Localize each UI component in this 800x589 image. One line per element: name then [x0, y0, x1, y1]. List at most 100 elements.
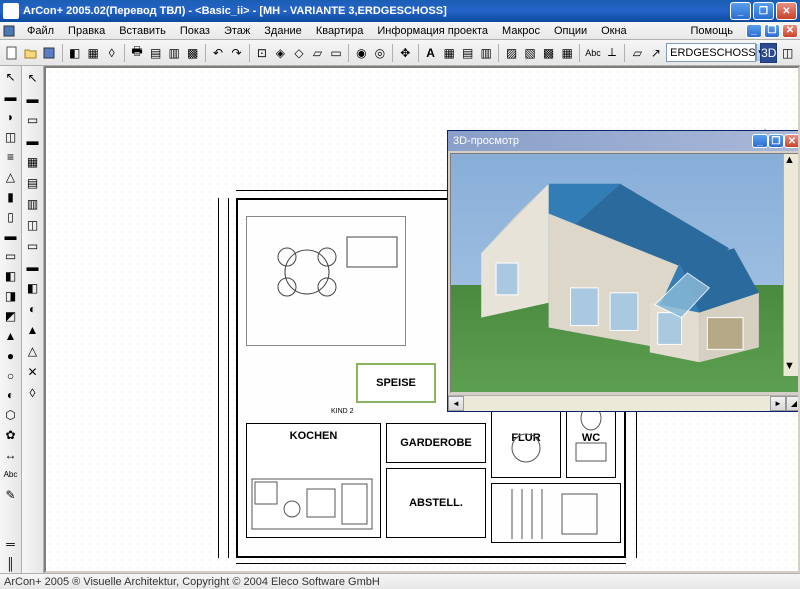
open-button[interactable]	[23, 43, 40, 63]
tool-r13[interactable]: △	[23, 341, 43, 361]
tool-btn-20[interactable]: ↗	[648, 43, 665, 63]
door-tool[interactable]: ◗	[1, 108, 21, 127]
print-button[interactable]: 🖶	[129, 43, 146, 63]
tool-btn-21[interactable]: ◫	[779, 43, 796, 63]
tool-btn-12[interactable]: ◉	[353, 43, 370, 63]
tool-l16[interactable]: ○	[1, 366, 21, 385]
tool-btn-17[interactable]: Abc	[584, 43, 602, 63]
text-button[interactable]: A	[422, 43, 439, 63]
tool-l14[interactable]: ▲	[1, 326, 21, 345]
tool-btn-10[interactable]: ▱	[309, 43, 326, 63]
tool-l11[interactable]: ◧	[1, 267, 21, 286]
tool-r1[interactable]: ▬	[23, 89, 43, 109]
window-tool[interactable]: ◫	[1, 128, 21, 147]
tool-btn-14[interactable]: ✥	[397, 43, 414, 63]
menu-macro[interactable]: Макрос	[495, 23, 547, 39]
scroll-down-button[interactable]: ▼	[784, 360, 799, 376]
hatch-button-1[interactable]: ▨	[503, 43, 520, 63]
chimney-tool[interactable]: ▯	[1, 207, 21, 226]
save-button[interactable]	[41, 43, 58, 63]
menu-help[interactable]: Помощь	[684, 23, 741, 39]
tool-btn-2[interactable]: ▦	[85, 43, 102, 63]
menu-view[interactable]: Показ	[173, 23, 217, 39]
tool-r6[interactable]: ▥	[23, 194, 43, 214]
tool-r10[interactable]: ◧	[23, 278, 43, 298]
tool-r4[interactable]: ▦	[23, 152, 43, 172]
preview-vertical-scrollbar[interactable]: ▲ ▼	[783, 154, 799, 376]
tool-l20[interactable]: ↔	[1, 446, 21, 465]
beam-tool[interactable]: ▬	[1, 227, 21, 246]
maximize-button[interactable]: ❐	[753, 2, 774, 20]
hatch-button-3[interactable]: ▩	[540, 43, 557, 63]
new-button[interactable]	[4, 43, 21, 63]
sel2-tool[interactable]: ↖	[23, 68, 43, 88]
preview-titlebar[interactable]: 3D-просмотр _ ❐ ✕	[448, 131, 800, 151]
tool-r9[interactable]: ▬	[23, 257, 43, 277]
menu-building[interactable]: Здание	[257, 23, 309, 39]
mdi-close-button[interactable]: ✕	[782, 24, 798, 38]
drawing-canvas[interactable]: GAL SPEISE HAR KIND 2 KOCHEN	[44, 66, 800, 573]
tool-r7[interactable]: ◫	[23, 215, 43, 235]
scroll-left-button[interactable]: ◄	[448, 396, 464, 411]
scroll-up-button[interactable]: ▲	[784, 154, 799, 170]
wall-tool[interactable]: ▬	[1, 88, 21, 107]
tool-r12[interactable]: ▲	[23, 320, 43, 340]
tool-btn-3[interactable]: ◊	[103, 43, 120, 63]
tool-btn-7[interactable]: ⊡	[254, 43, 271, 63]
tool-l19[interactable]: ✿	[1, 426, 21, 445]
select-tool[interactable]: ↖	[1, 68, 21, 87]
undo-button[interactable]: ↶	[210, 43, 227, 63]
menu-options[interactable]: Опции	[547, 23, 594, 39]
tool-btn-19[interactable]: ▱	[629, 43, 646, 63]
slab-tool[interactable]: ▭	[1, 247, 21, 266]
tool-btn-13[interactable]: ◎	[372, 43, 389, 63]
tool-r15[interactable]: ◊	[23, 383, 43, 403]
menu-info[interactable]: Информация проекта	[370, 23, 495, 39]
preview-viewport[interactable]: ▲ ▼	[450, 153, 800, 393]
menu-file[interactable]: Файл	[20, 23, 61, 39]
3d-button[interactable]: 3D	[760, 43, 777, 63]
floor-combo[interactable]: ERDGESCHOSS ▼	[666, 43, 756, 62]
preview-close-button[interactable]: ✕	[784, 134, 800, 148]
stair-tool[interactable]: ≡	[1, 148, 21, 167]
tool-btn-1[interactable]: ◧	[66, 43, 83, 63]
tool-l12[interactable]: ◨	[1, 287, 21, 306]
tool-r3[interactable]: ▬	[23, 131, 43, 151]
tool-l22[interactable]: ✎	[1, 485, 21, 504]
tool-btn-16[interactable]: ▥	[478, 43, 495, 63]
tool-btn-18[interactable]: ⟂	[604, 43, 621, 63]
tool-btn-15[interactable]: ▤	[459, 43, 476, 63]
hatch-button-4[interactable]: ▦	[559, 43, 576, 63]
menu-apartment[interactable]: Квартира	[309, 23, 371, 39]
mdi-icon[interactable]	[2, 24, 16, 38]
minimize-button[interactable]: _	[730, 2, 751, 20]
tool-l18[interactable]: ⬡	[1, 406, 21, 425]
tool-btn-11[interactable]: ▭	[328, 43, 345, 63]
tool-l17[interactable]: ◐	[1, 386, 21, 405]
preview-horizontal-scrollbar[interactable]: ◄ ► ◢	[448, 395, 800, 411]
tool-l23[interactable]: ═	[1, 534, 21, 553]
tool-btn-9[interactable]: ◇	[291, 43, 308, 63]
menu-floor[interactable]: Этаж	[217, 23, 257, 39]
tool-btn-6[interactable]: ▩	[184, 43, 201, 63]
column-tool[interactable]: ▮	[1, 187, 21, 206]
tool-l21[interactable]: Abc	[1, 466, 21, 485]
tool-r8[interactable]: ▭	[23, 236, 43, 256]
mdi-minimize-button[interactable]: _	[746, 24, 762, 38]
hatch-button-2[interactable]: ▧	[522, 43, 539, 63]
grid-button[interactable]: ▦	[441, 43, 458, 63]
tool-l13[interactable]: ◩	[1, 307, 21, 326]
menu-windows[interactable]: Окна	[594, 23, 634, 39]
menu-insert[interactable]: Вставить	[112, 23, 173, 39]
scroll-right-button[interactable]: ►	[770, 396, 786, 411]
menu-edit[interactable]: Правка	[61, 23, 112, 39]
tool-btn-5[interactable]: ▥	[166, 43, 183, 63]
tool-l24[interactable]: ║	[1, 554, 21, 573]
redo-button[interactable]: ↷	[228, 43, 245, 63]
tool-r5[interactable]: ▤	[23, 173, 43, 193]
roof-tool[interactable]: △	[1, 167, 21, 186]
mdi-restore-button[interactable]: ❐	[764, 24, 780, 38]
tool-r11[interactable]: ◐	[23, 299, 43, 319]
close-button[interactable]: ✕	[776, 2, 797, 20]
preview-minimize-button[interactable]: _	[752, 134, 768, 148]
